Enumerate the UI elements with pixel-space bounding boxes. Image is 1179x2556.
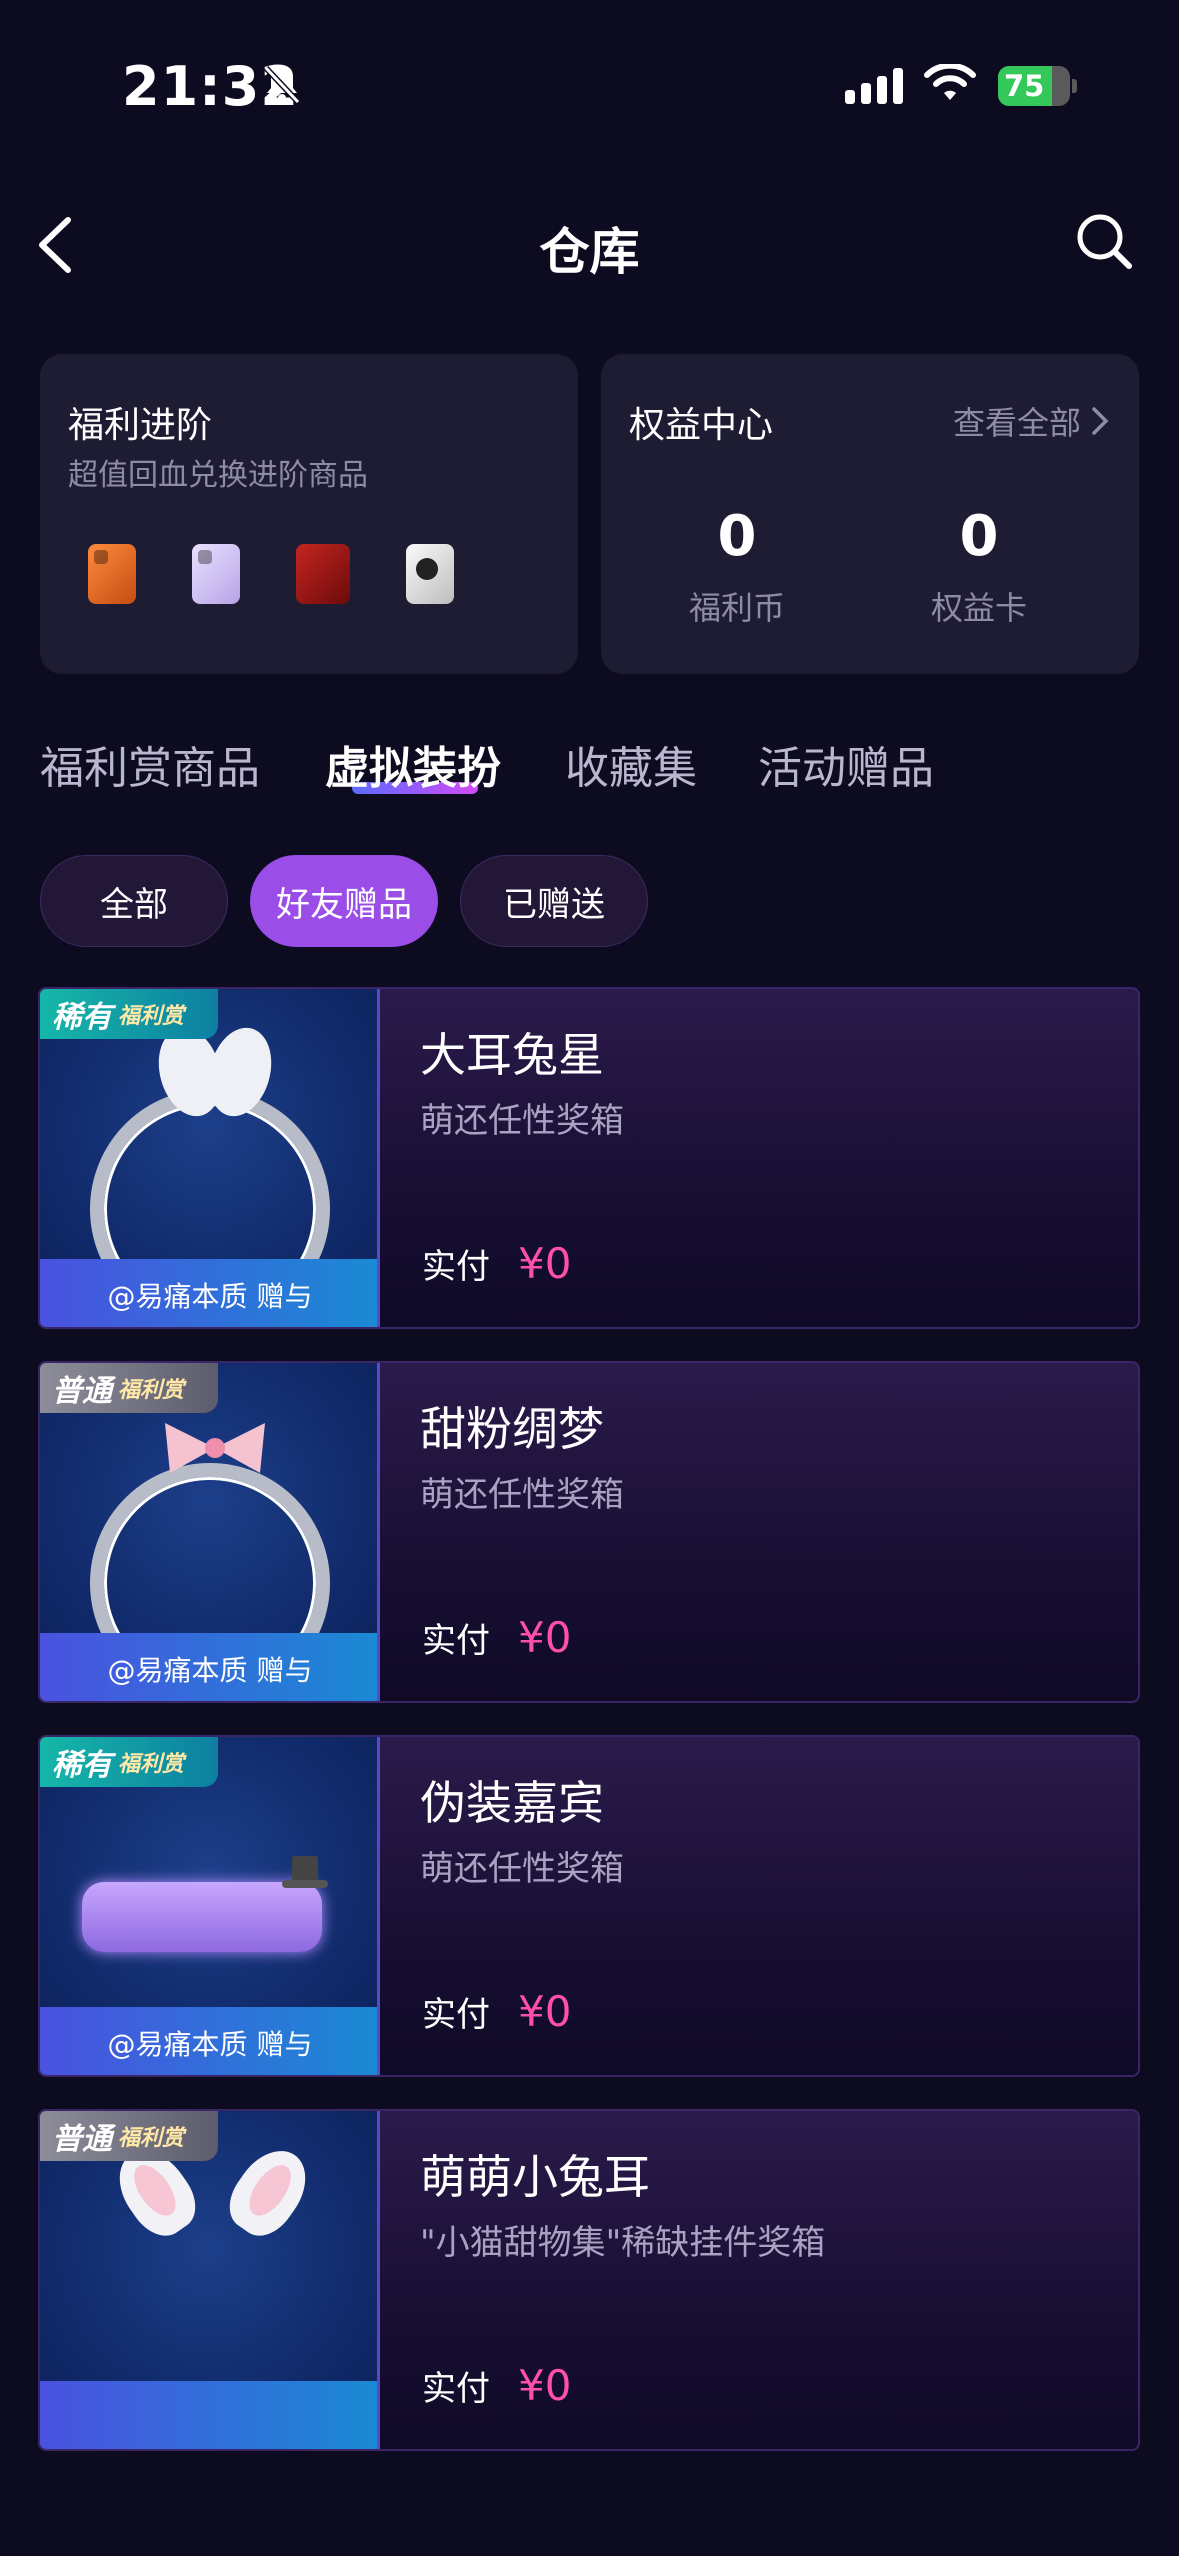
item-name: 大耳兔星 xyxy=(420,1028,604,1082)
filter-all[interactable]: 全部 xyxy=(40,855,228,947)
filter-friend-gifts[interactable]: 好友赠品 xyxy=(250,855,438,947)
welfare-advance-card[interactable]: 福利进阶 超值回血兑换进阶商品 xyxy=(40,354,578,674)
rights-card-value: 0 xyxy=(959,504,999,569)
rights-card-label: 权益卡 xyxy=(930,589,1027,627)
rights-card-stat[interactable]: 0 权益卡 xyxy=(879,504,1079,629)
item-thumbnail: 稀有 福利赏 @易痛本质 赠与 xyxy=(40,1737,380,2075)
rights-center-card: 权益中心 查看全部 0 福利币 0 权益卡 xyxy=(601,354,1139,674)
item-price: 实付 ¥0 xyxy=(422,1613,572,1662)
bell-muted-icon xyxy=(263,65,301,105)
rarity-badge: 稀有 福利赏 xyxy=(40,989,218,1039)
status-bar: 21:32 75 xyxy=(0,0,1179,170)
phone-red-image xyxy=(296,544,350,604)
phone-orange-image xyxy=(88,544,136,604)
list-item[interactable]: 稀有 福利赏 @易痛本质 赠与 大耳兔星 萌还任性奖箱 实付 ¥0 xyxy=(38,987,1140,1329)
cellular-signal-icon xyxy=(845,68,903,104)
battery-indicator: 75 xyxy=(998,66,1077,106)
gift-from-label xyxy=(40,2381,377,2449)
tab-event-gifts[interactable]: 活动赠品 xyxy=(758,732,934,796)
item-thumbnail: 普通 福利赏 xyxy=(40,2111,380,2449)
pink-bow-image xyxy=(165,1423,265,1473)
tab-virtual-outfit-label: 虚拟装扮 xyxy=(325,743,501,794)
rarity-badge: 普通 福利赏 xyxy=(40,2111,218,2161)
phone-purple-image xyxy=(192,544,240,604)
item-source: 萌还任性奖箱 xyxy=(420,1849,624,1889)
list-item[interactable]: 普通 福利赏 萌萌小兔耳 "小猫甜物集"稀缺挂件奖箱 实付 ¥0 xyxy=(38,2109,1140,2451)
view-all-label: 查看全部 xyxy=(952,404,1081,442)
item-name: 甜粉绸梦 xyxy=(420,1402,604,1456)
item-name: 萌萌小兔耳 xyxy=(420,2150,650,2204)
gift-from-label: @易痛本质 赠与 xyxy=(40,1259,377,1327)
page-title: 仓库 xyxy=(539,223,640,281)
item-thumbnail: 稀有 福利赏 @易痛本质 赠与 xyxy=(40,989,380,1327)
welfare-coin-stat[interactable]: 0 福利币 xyxy=(637,504,837,629)
item-thumbnail: 普通 福利赏 @易痛本质 赠与 xyxy=(40,1363,380,1701)
battery-percent: 75 xyxy=(1004,69,1045,103)
view-all-link[interactable]: 查看全部 xyxy=(953,398,1109,444)
top-hat-icon xyxy=(282,1856,328,1888)
list-item[interactable]: 普通 福利赏 @易痛本质 赠与 甜粉绸梦 萌还任性奖箱 实付 ¥0 xyxy=(38,1361,1140,1703)
product-thumbnails xyxy=(88,544,454,604)
rights-card-title: 权益中心 xyxy=(629,405,774,446)
bunny-ear-image xyxy=(217,2137,321,2247)
welfare-card-title: 福利进阶 xyxy=(68,405,213,446)
gift-from-label: @易痛本质 赠与 xyxy=(40,2007,377,2075)
filter-sent[interactable]: 已赠送 xyxy=(460,855,648,947)
tab-welfare-goods[interactable]: 福利赏商品 xyxy=(40,732,260,796)
item-source: 萌还任性奖箱 xyxy=(420,1101,624,1141)
item-name: 伪装嘉宾 xyxy=(420,1776,604,1830)
item-price: 实付 ¥0 xyxy=(422,2361,572,2410)
search-icon[interactable] xyxy=(1075,212,1135,272)
rarity-badge: 普通 福利赏 xyxy=(40,1363,218,1413)
tab-collection[interactable]: 收藏集 xyxy=(565,732,697,796)
phone-white-image xyxy=(406,544,454,604)
chevron-right-icon xyxy=(1092,407,1109,435)
tab-virtual-outfit[interactable]: 虚拟装扮 xyxy=(325,732,501,796)
rarity-badge: 稀有 福利赏 xyxy=(40,1737,218,1787)
welfare-card-subtitle: 超值回血兑换进阶商品 xyxy=(68,458,368,493)
wifi-icon xyxy=(924,64,976,100)
welfare-coin-value: 0 xyxy=(717,504,757,569)
item-source: 萌还任性奖箱 xyxy=(420,1475,624,1515)
item-price: 实付 ¥0 xyxy=(422,1239,572,1288)
list-item[interactable]: 稀有 福利赏 @易痛本质 赠与 伪装嘉宾 萌还任性奖箱 实付 ¥0 xyxy=(38,1735,1140,2077)
gift-from-label: @易痛本质 赠与 xyxy=(40,1633,377,1701)
item-source: "小猫甜物集"稀缺挂件奖箱 xyxy=(420,2223,826,2263)
item-price: 实付 ¥0 xyxy=(422,1987,572,2036)
welfare-coin-label: 福利币 xyxy=(688,589,785,627)
